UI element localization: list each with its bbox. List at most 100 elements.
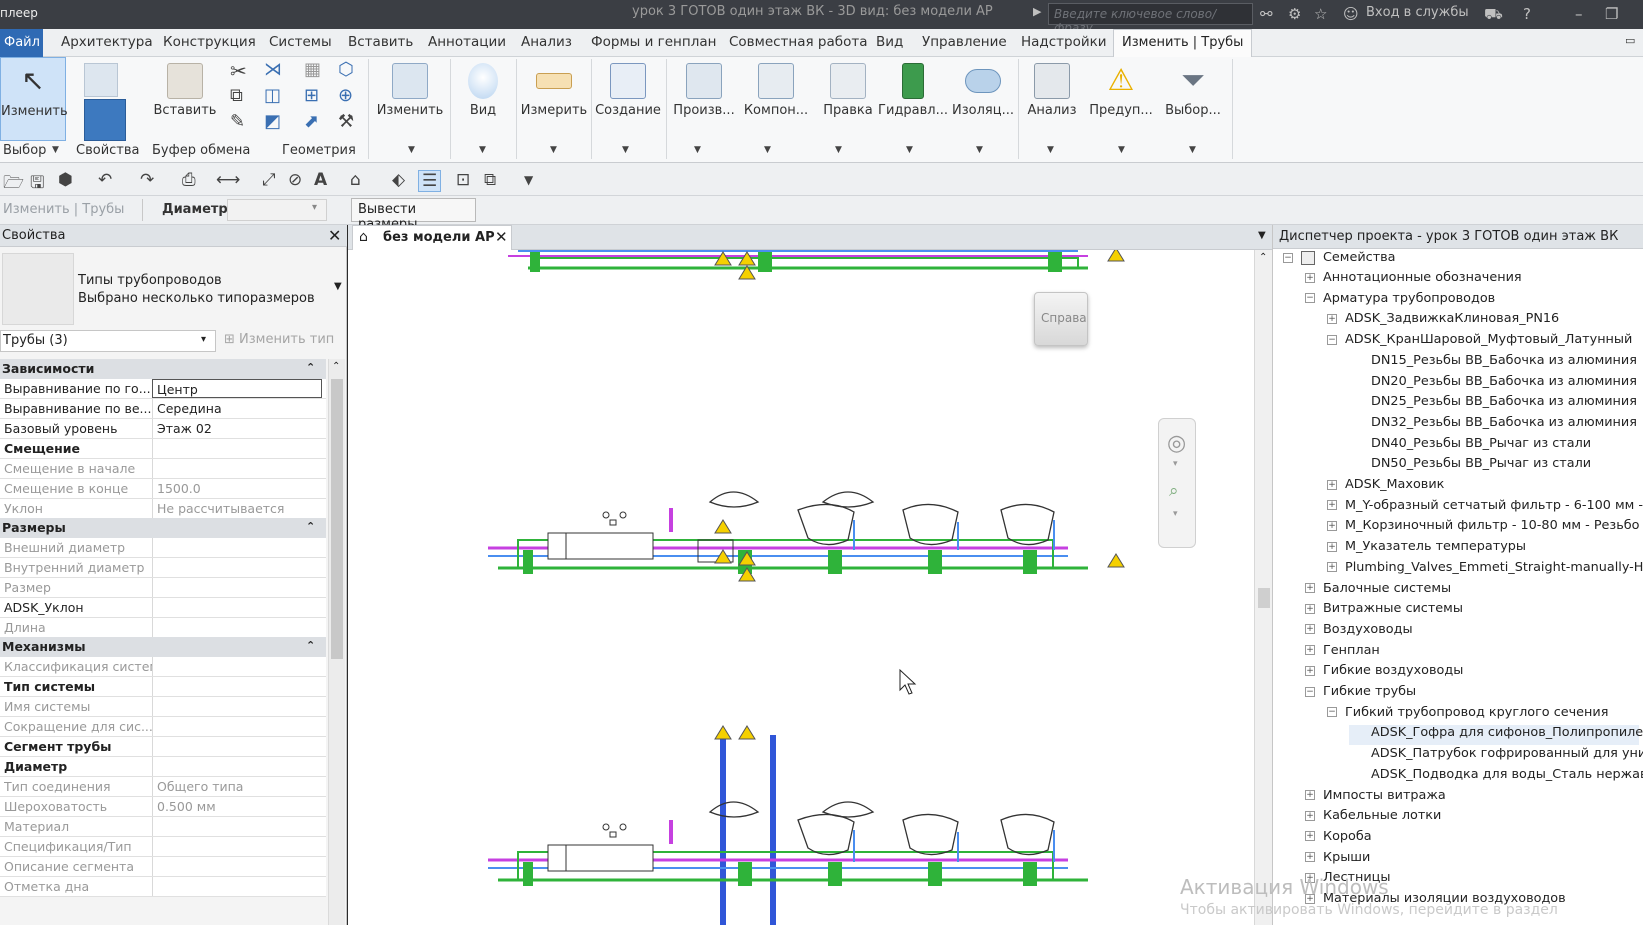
expand-icon[interactable]: + bbox=[1305, 645, 1315, 656]
expand-icon[interactable]: + bbox=[1327, 562, 1337, 573]
property-value[interactable] bbox=[152, 757, 322, 776]
chevron-down-icon[interactable]: ▼ bbox=[976, 145, 983, 155]
property-row[interactable]: Спецификация/Тип bbox=[0, 837, 326, 857]
restore-icon[interactable]: ❐ bbox=[1605, 5, 1618, 23]
tab-annotate[interactable]: Аннотации bbox=[428, 34, 506, 50]
chevron-down-icon[interactable]: ▾ bbox=[1173, 459, 1178, 469]
tree-item[interactable]: − Арматура трубопроводов bbox=[1305, 291, 1495, 311]
tree-item[interactable]: ADSK_Гофра для сифонов_Полипропилен bbox=[1349, 725, 1643, 746]
tab-addins[interactable]: Надстройки bbox=[1021, 34, 1107, 50]
3d-viewport[interactable]: Справа ◎ ▾ ⌕ ▾ bbox=[348, 250, 1254, 925]
expand-icon[interactable]: + bbox=[1305, 852, 1315, 863]
close-icon[interactable]: ✕ bbox=[495, 228, 508, 246]
expand-icon[interactable]: + bbox=[1327, 541, 1337, 552]
tab-insert[interactable]: Вставить bbox=[348, 34, 413, 50]
tree-item[interactable]: − Гибкие трубы bbox=[1305, 684, 1416, 704]
tab-file[interactable]: Файл bbox=[0, 29, 43, 57]
tab-collaborate[interactable]: Совместная работа bbox=[729, 34, 868, 50]
sync-icon[interactable]: ⬢ bbox=[58, 170, 73, 190]
property-value[interactable] bbox=[152, 538, 322, 557]
scroll-thumb[interactable] bbox=[331, 379, 343, 659]
tree-item[interactable]: + M_Y-образный сетчатый фильтр - 6-100 мм… bbox=[1327, 498, 1643, 518]
modify-button[interactable]: ↖ Изменить bbox=[0, 57, 68, 141]
tree-item[interactable]: + Гибкие воздуховоды bbox=[1305, 663, 1463, 683]
collapse-icon[interactable]: ⌃ bbox=[306, 520, 315, 533]
property-row[interactable]: Диаметр bbox=[0, 757, 326, 777]
binoculars-icon[interactable]: ⚯ bbox=[1260, 5, 1273, 23]
property-value[interactable] bbox=[152, 677, 322, 696]
property-row[interactable]: Смещение в конце 1500.0 bbox=[0, 479, 326, 499]
section-icon[interactable]: ⬖ bbox=[392, 170, 405, 190]
expand-icon[interactable]: + bbox=[1305, 810, 1315, 821]
customize-qat-icon[interactable]: ▼ bbox=[524, 173, 533, 187]
chevron-down-icon[interactable]: ▼ bbox=[408, 145, 415, 155]
close-icon[interactable]: ✕ bbox=[328, 226, 341, 245]
tab-modify-pipes[interactable]: Изменить | Трубы bbox=[1113, 29, 1253, 57]
property-value[interactable]: Общего типа bbox=[152, 777, 322, 796]
property-value[interactable] bbox=[152, 618, 322, 637]
arrow-right-icon[interactable]: ▶ bbox=[1033, 5, 1041, 18]
property-row[interactable]: Смещение в начале bbox=[0, 459, 326, 479]
properties-icon[interactable] bbox=[84, 99, 126, 141]
expand-icon[interactable]: + bbox=[1305, 790, 1315, 800]
tree-item[interactable]: + Plumbing_Valves_Emmeti_Straight-manuall… bbox=[1327, 560, 1643, 580]
category-mechanical[interactable]: Механизмы ⌃ bbox=[0, 637, 326, 657]
cut-icon[interactable]: ✂ bbox=[230, 59, 247, 83]
chevron-down-icon[interactable]: ▼ bbox=[479, 145, 486, 155]
modify-tool-button[interactable]: Изменить bbox=[372, 57, 448, 147]
property-value[interactable] bbox=[152, 578, 322, 597]
chevron-down-icon[interactable]: ▼ bbox=[334, 281, 342, 292]
favorites-star-icon[interactable]: ☆ bbox=[1314, 5, 1327, 23]
property-value[interactable] bbox=[152, 837, 322, 856]
tree-item[interactable]: ADSK_Подводка для воды_Сталь нержаве bbox=[1349, 767, 1643, 787]
tree-item[interactable]: DN50_Резьбы ВВ_Рычаг из стали bbox=[1349, 456, 1591, 476]
measure-qat-icon[interactable]: ⟷ bbox=[216, 170, 240, 190]
property-value[interactable] bbox=[152, 697, 322, 716]
tree-item[interactable]: + ADSK_Маховик bbox=[1327, 477, 1444, 497]
signin-button[interactable]: Вход в службы bbox=[1366, 5, 1469, 20]
user-icon[interactable]: ☺ bbox=[1343, 5, 1359, 23]
property-value[interactable] bbox=[152, 598, 322, 617]
demolish-icon[interactable]: ⬡ bbox=[338, 59, 354, 80]
property-row[interactable]: Уклон Не рассчитывается bbox=[0, 499, 326, 519]
property-value[interactable]: 1500.0 bbox=[152, 479, 322, 498]
tree-item[interactable]: + Генплан bbox=[1305, 643, 1380, 663]
chevron-down-icon[interactable]: ▼ bbox=[694, 145, 701, 155]
open-icon[interactable]: 🗁 bbox=[3, 170, 24, 199]
save-icon[interactable]: 🖫 bbox=[30, 170, 44, 199]
viewport-scrollbar[interactable]: ⌃ bbox=[1254, 250, 1272, 925]
expand-icon[interactable]: + bbox=[1305, 831, 1315, 842]
property-row[interactable]: Тип соединения Общего типа bbox=[0, 777, 326, 797]
chevron-down-icon[interactable]: ▼ bbox=[52, 145, 59, 155]
property-value[interactable] bbox=[152, 558, 322, 577]
property-row[interactable]: Размер bbox=[0, 578, 326, 598]
property-row[interactable]: Внешний диаметр bbox=[0, 538, 326, 558]
chevron-down-icon[interactable]: ▼ bbox=[1047, 145, 1054, 155]
chevron-down-icon[interactable]: ▾ bbox=[312, 202, 317, 213]
property-row[interactable]: Описание сегмента bbox=[0, 857, 326, 877]
property-row[interactable]: ADSK_Уклон bbox=[0, 598, 326, 618]
category-dimensions[interactable]: Размеры ⌃ bbox=[0, 518, 326, 538]
tab-view[interactable]: Вид bbox=[876, 34, 903, 50]
tree-item[interactable]: + Витражные системы bbox=[1305, 601, 1463, 621]
show-dimensions-button[interactable]: Вывести размеры bbox=[351, 198, 476, 232]
property-value[interactable] bbox=[152, 817, 322, 836]
match-properties-icon[interactable]: ✎ bbox=[230, 111, 245, 132]
copy-icon[interactable]: ⧉ bbox=[230, 85, 243, 106]
warnings-button[interactable]: ⚠ Предуп... bbox=[1086, 57, 1156, 147]
tree-item[interactable]: DN40_Резьбы ВВ_Рычаг из стали bbox=[1349, 436, 1591, 456]
property-value[interactable]: Середина bbox=[152, 399, 322, 418]
hammer-icon[interactable]: ⚒ bbox=[338, 111, 354, 132]
tree-item[interactable]: DN25_Резьбы ВВ_Бабочка из алюминия bbox=[1349, 394, 1637, 414]
tree-item[interactable]: + ADSK_ЗадвижкаКлиновая_PN16 bbox=[1327, 311, 1559, 331]
tab-list-chevron-icon[interactable]: ▼ bbox=[1258, 230, 1266, 241]
components-button[interactable]: Компон... bbox=[740, 57, 812, 147]
tab-massing[interactable]: Формы и генплан bbox=[591, 34, 716, 50]
property-row[interactable]: Материал bbox=[0, 817, 326, 837]
viewcube[interactable]: Справа bbox=[1034, 292, 1088, 346]
property-value[interactable] bbox=[152, 459, 322, 478]
expand-icon[interactable]: + bbox=[1327, 520, 1337, 531]
print-icon[interactable]: ⎙ bbox=[182, 170, 196, 190]
steering-wheel-icon[interactable]: ◎ bbox=[1167, 431, 1186, 456]
thin-lines-icon[interactable]: ☰ bbox=[418, 170, 442, 192]
